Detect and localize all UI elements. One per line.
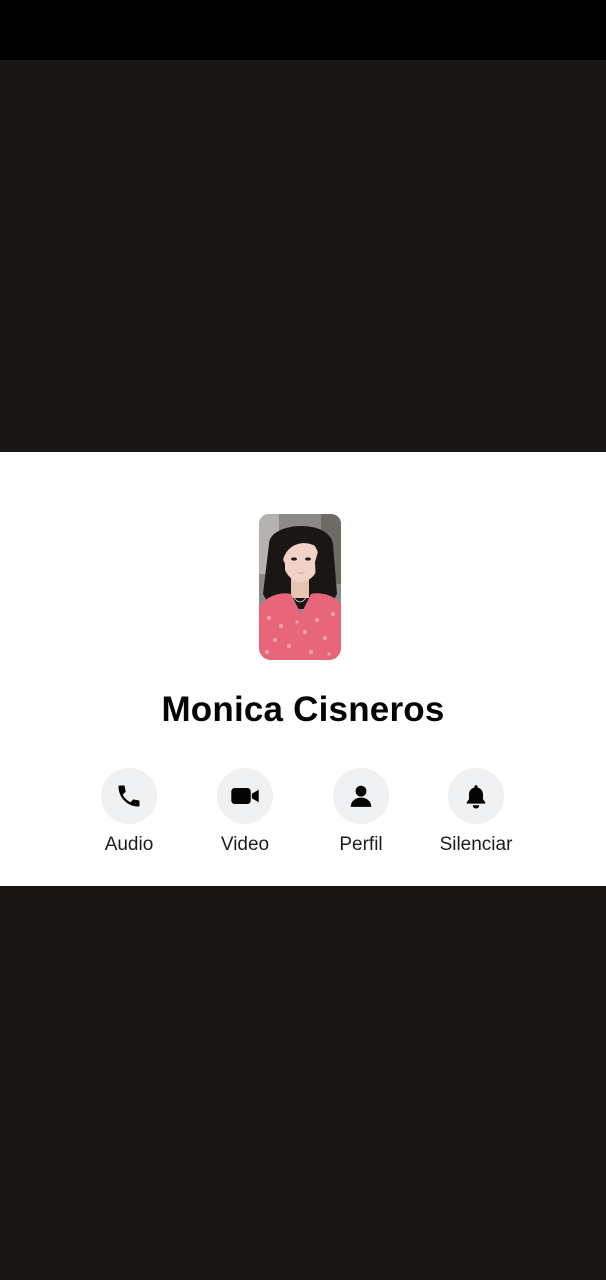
screen: Monica Cisneros Audio Video Perfil Silen… — [0, 0, 606, 1280]
avatar[interactable] — [259, 514, 341, 660]
contact-actions: Audio Video Perfil Silenciar — [0, 768, 606, 868]
dimmed-backdrop-top[interactable] — [0, 60, 606, 452]
profile-circle[interactable] — [333, 768, 389, 824]
bell-icon — [466, 785, 486, 809]
video-call-button[interactable]: Video — [190, 768, 300, 860]
status-bar — [0, 0, 606, 60]
profile-button[interactable]: Perfil — [306, 768, 416, 860]
dimmed-backdrop-bottom[interactable] — [0, 886, 606, 1280]
contact-card: Monica Cisneros Audio Video Perfil Silen… — [0, 452, 606, 886]
audio-label: Audio — [104, 834, 154, 855]
contact-name: Monica Cisneros — [161, 690, 445, 729]
video-call-circle[interactable] — [217, 768, 273, 824]
mute-circle[interactable] — [448, 768, 504, 824]
audio-call-button[interactable]: Audio — [74, 768, 184, 860]
video-camera-icon — [231, 788, 259, 804]
audio-call-circle[interactable] — [101, 768, 157, 824]
profile-label: Perfil — [339, 834, 383, 855]
video-label: Video — [220, 834, 270, 855]
profile-photo — [259, 514, 341, 660]
mute-label: Silenciar — [439, 834, 513, 855]
person-icon — [350, 785, 372, 807]
mute-button[interactable]: Silenciar — [421, 768, 531, 860]
phone-icon — [118, 785, 140, 807]
